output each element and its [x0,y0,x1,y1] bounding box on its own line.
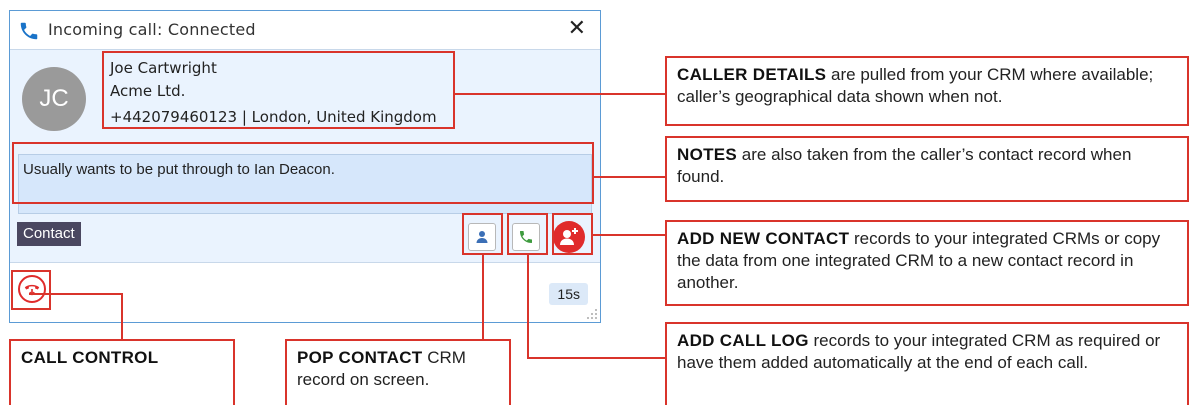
add-call-log-annotation: ADD CALL LOG records to your integrated … [665,322,1189,405]
pop-contact-annotation: POP CONTACT CRM record on screen. [285,339,511,405]
contact-button[interactable]: Contact [17,222,81,246]
call-control-connector-vertical [121,293,123,339]
add-contact-highlight [552,213,593,255]
window-title: Incoming call: Connected [48,20,256,39]
pop-contact-connector [482,255,484,339]
close-icon[interactable]: ✕ [568,17,586,41]
avatar-initials: JC [39,85,69,112]
caller-details-highlight [102,51,455,129]
caller-details-lead: CALLER DETAILS [677,65,827,84]
pop-contact-highlight [462,213,503,255]
resize-grip-icon[interactable] [586,308,598,320]
call-log-connector-horizontal [527,357,665,359]
phone-icon [20,22,38,40]
caller-details-annotation: CALLER DETAILS are pulled from your CRM … [665,56,1189,126]
call-control-connector-horizontal [29,293,123,295]
notes-highlight [12,142,594,204]
call-timer: 15s [549,283,588,305]
avatar: JC [22,67,86,131]
add-contact-lead: ADD NEW CONTACT [677,229,850,248]
annotated-screenshot: Incoming call: Connected ✕ JC Joe Cartwr… [0,0,1189,405]
call-control-highlight [11,270,51,310]
caller-details-connector [455,93,665,95]
call-log-connector-vertical [527,255,529,359]
pop-contact-lead: POP CONTACT [297,348,423,367]
notes-lead: NOTES [677,145,738,164]
title-bar: Incoming call: Connected ✕ [10,11,600,49]
call-log-highlight [507,213,548,255]
notes-annotation: NOTES are also taken from the caller’s c… [665,136,1189,202]
call-control-annotation: CALL CONTROL [9,339,235,405]
add-contact-connector [593,234,665,236]
add-contact-annotation: ADD NEW CONTACT records to your integrat… [665,220,1189,306]
notes-connector [594,176,665,178]
add-call-log-lead: ADD CALL LOG [677,331,809,350]
notes-text: are also taken from the caller’s contact… [677,145,1132,186]
call-control-lead: CALL CONTROL [21,348,159,367]
